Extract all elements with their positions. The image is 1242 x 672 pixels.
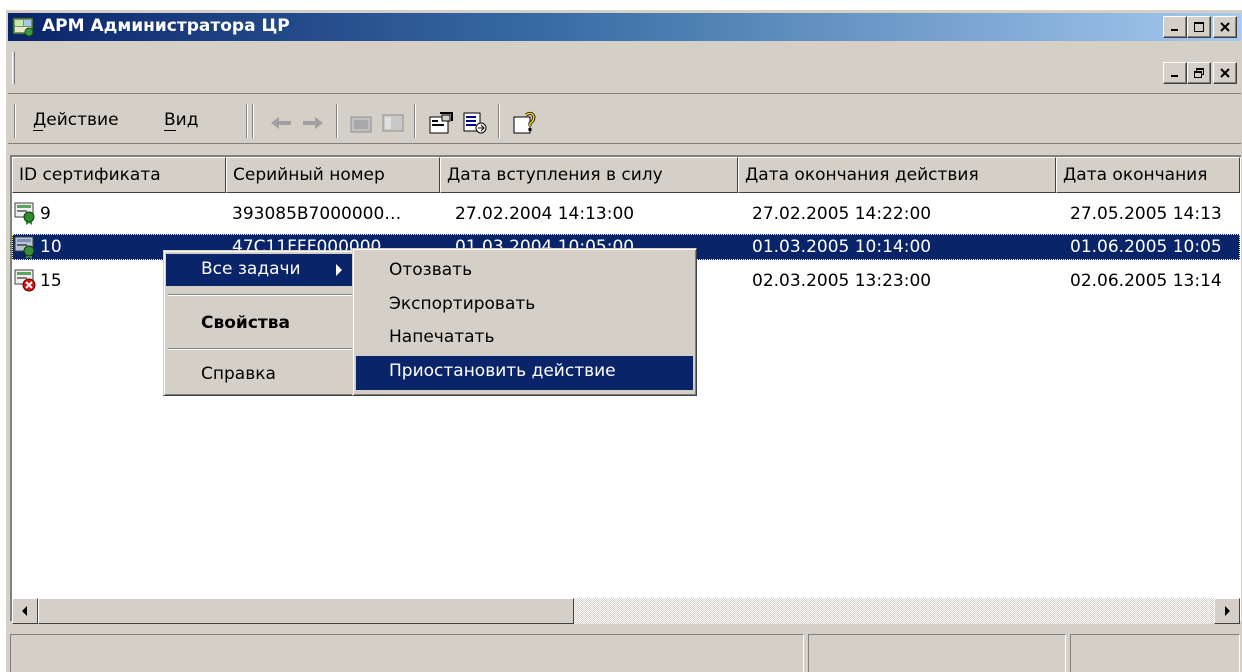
menu-item-all-tasks-label: Все задачи bbox=[201, 259, 301, 279]
back-arrow-icon bbox=[271, 117, 291, 129]
menu-item-properties[interactable]: Свойства bbox=[201, 313, 290, 333]
column-header-serial[interactable]: Серийный номер bbox=[226, 157, 440, 193]
revoked-certificate-icon bbox=[14, 268, 38, 292]
app-icon bbox=[12, 16, 36, 38]
valid-certificate-icon bbox=[14, 201, 38, 225]
cell-valid-from: 27.02.2004 14:13:00 bbox=[455, 204, 635, 224]
right-arrow-icon bbox=[1225, 606, 1230, 616]
cell-valid-to: 02.03.2005 13:23:00 bbox=[752, 271, 932, 291]
mdi-grip bbox=[12, 52, 15, 84]
export-list-icon bbox=[463, 112, 487, 134]
export-list-button[interactable] bbox=[462, 110, 488, 136]
status-pane-main bbox=[10, 634, 804, 672]
toolbar-separator bbox=[336, 104, 338, 138]
up-level-button[interactable] bbox=[348, 110, 374, 136]
column-header-label: Серийный номер bbox=[233, 165, 385, 185]
submenu-arrow-icon bbox=[334, 262, 344, 276]
cell-id: 9 bbox=[40, 204, 51, 224]
forward-arrow-icon bbox=[303, 117, 323, 129]
window-title: АРМ Администратора ЦР bbox=[42, 16, 290, 36]
left-arrow-icon bbox=[22, 606, 27, 616]
child-minimize-button[interactable] bbox=[1163, 62, 1187, 84]
toolbar-grip-2 bbox=[252, 104, 254, 138]
column-header-valid-to[interactable]: Дата окончания действия bbox=[738, 157, 1056, 193]
toolbar-separator-2 bbox=[414, 104, 416, 138]
properties-button[interactable] bbox=[428, 110, 454, 136]
cell-end: 27.05.2005 14:13 bbox=[1070, 204, 1222, 224]
column-header-label: Дата окончания действия bbox=[745, 165, 979, 185]
menu-action-label: Действие bbox=[33, 110, 119, 130]
child-close-button[interactable] bbox=[1213, 62, 1237, 84]
menu-separator bbox=[168, 294, 354, 296]
menu-item-help[interactable]: Справка bbox=[201, 364, 276, 384]
restore-icon bbox=[1194, 68, 1204, 78]
column-header-label: ID сертификата bbox=[19, 165, 161, 185]
help-icon bbox=[513, 111, 536, 134]
menu-grip bbox=[14, 104, 16, 138]
submenu-item-revoke[interactable]: Отозвать bbox=[389, 260, 472, 280]
show-tree-button[interactable] bbox=[380, 110, 406, 136]
toolbar-separator-3 bbox=[498, 104, 500, 138]
menu-view[interactable]: Вид bbox=[164, 110, 198, 130]
menu-action[interactable]: Действие bbox=[33, 110, 119, 130]
minimize-icon bbox=[1171, 29, 1178, 31]
column-header-label: Дата вступления в силу bbox=[447, 165, 663, 185]
submenu-item-print[interactable]: Напечатать bbox=[389, 327, 494, 347]
menu-view-accelerator bbox=[164, 130, 176, 131]
cell-id: 15 bbox=[40, 271, 62, 291]
close-button[interactable] bbox=[1213, 16, 1237, 38]
forward-button[interactable] bbox=[300, 110, 326, 136]
status-pane-3 bbox=[1070, 634, 1240, 672]
scroll-right-button[interactable] bbox=[1214, 598, 1240, 624]
scrollbar-thumb[interactable] bbox=[38, 598, 574, 624]
minimize-button[interactable] bbox=[1163, 16, 1187, 38]
menu-view-label: Вид bbox=[164, 110, 199, 130]
mdi-bar bbox=[8, 44, 1241, 94]
column-header-end[interactable]: Дата окончания bbox=[1056, 157, 1240, 193]
column-header-label: Дата окончания bbox=[1063, 165, 1208, 185]
scroll-left-button[interactable] bbox=[12, 598, 38, 624]
cell-end: 02.06.2005 13:14 bbox=[1070, 271, 1222, 291]
status-pane-2 bbox=[808, 634, 1066, 672]
child-restore-button[interactable] bbox=[1187, 62, 1211, 84]
column-header-cert-id[interactable]: ID сертификата bbox=[12, 157, 226, 193]
folder-up-icon bbox=[350, 116, 372, 133]
submenu-item-suspend-label: Приостановить действие bbox=[389, 361, 616, 381]
cell-serial: 393085B7000000… bbox=[232, 204, 402, 224]
submenu-item-export[interactable]: Экспортировать bbox=[389, 294, 535, 314]
minimize-icon bbox=[1171, 75, 1178, 77]
cell-valid-to: 27.02.2005 14:22:00 bbox=[752, 204, 932, 224]
close-icon bbox=[1220, 22, 1230, 32]
maximize-icon bbox=[1194, 22, 1204, 32]
toolbar-grip bbox=[246, 104, 248, 138]
maximize-button[interactable] bbox=[1187, 16, 1211, 38]
help-button[interactable] bbox=[512, 110, 538, 136]
back-button[interactable] bbox=[268, 110, 294, 136]
cell-end: 01.06.2005 10:05 bbox=[1070, 237, 1222, 257]
close-icon bbox=[1220, 68, 1230, 78]
menu-separator bbox=[168, 348, 354, 350]
menu-action-accelerator bbox=[33, 130, 43, 131]
properties-icon bbox=[429, 112, 453, 134]
suspended-certificate-icon bbox=[14, 235, 38, 259]
column-header-valid-from[interactable]: Дата вступления в силу bbox=[440, 157, 738, 193]
show-tree-icon bbox=[382, 114, 404, 132]
cell-valid-to: 01.03.2005 10:14:00 bbox=[752, 237, 932, 257]
